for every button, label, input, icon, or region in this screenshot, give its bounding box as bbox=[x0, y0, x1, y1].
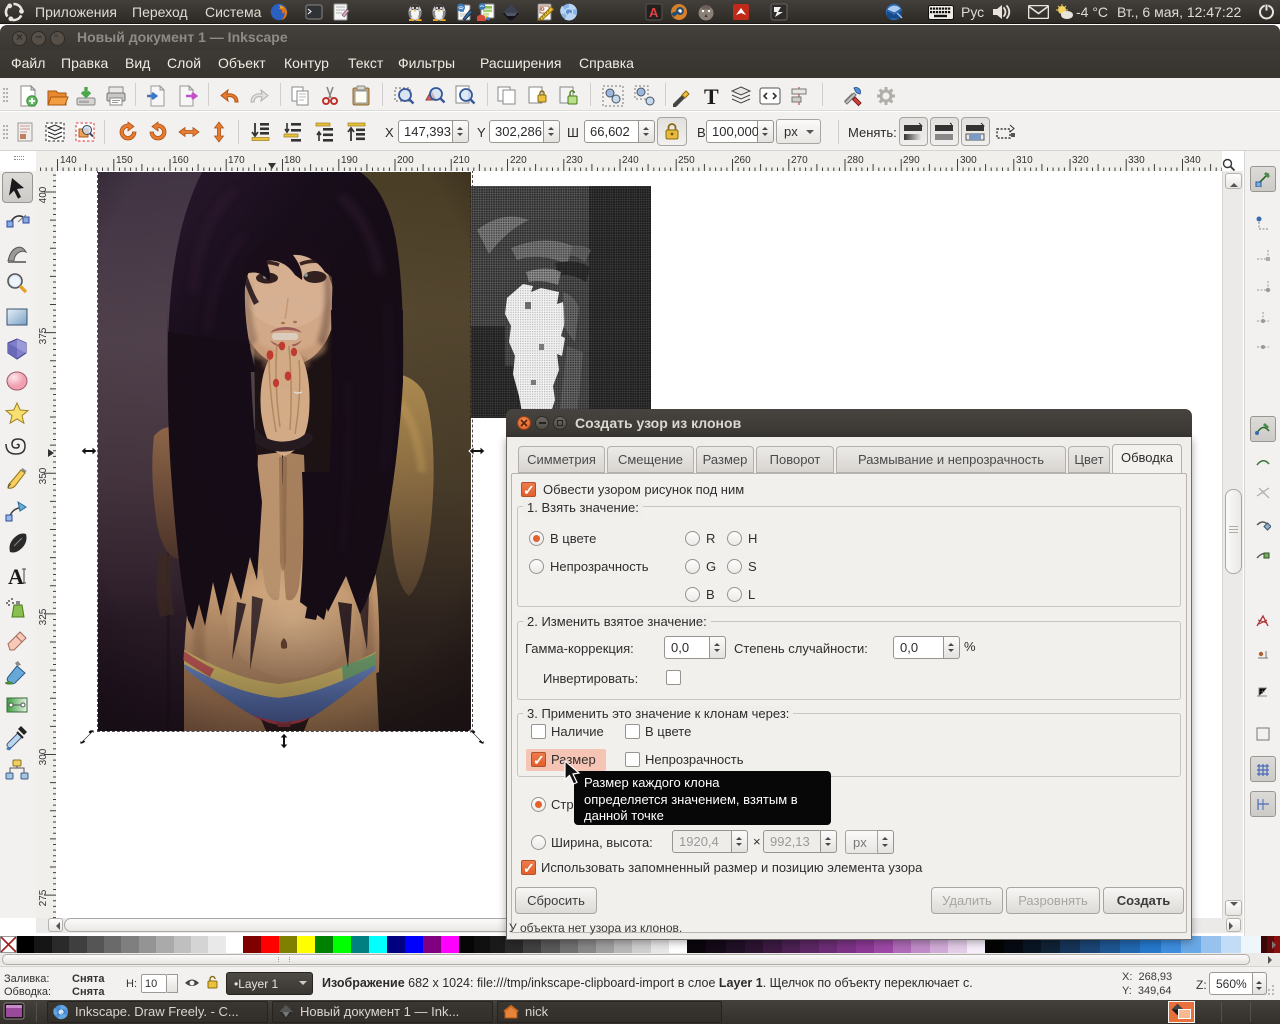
svg-text:190: 190 bbox=[341, 155, 358, 166]
svg-text:A: A bbox=[8, 564, 24, 589]
svg-text:280: 280 bbox=[847, 155, 864, 166]
svg-text:320: 320 bbox=[1072, 155, 1089, 166]
svg-text:300: 300 bbox=[960, 155, 977, 166]
svg-text:140: 140 bbox=[60, 155, 77, 166]
svg-text:170: 170 bbox=[228, 155, 245, 166]
svg-text:310: 310 bbox=[1016, 155, 1033, 166]
svg-text:270: 270 bbox=[791, 155, 808, 166]
svg-text:160: 160 bbox=[172, 155, 189, 166]
svg-text:260: 260 bbox=[734, 155, 751, 166]
svg-text:330: 330 bbox=[1128, 155, 1145, 166]
svg-text:250: 250 bbox=[678, 155, 695, 166]
svg-text:210: 210 bbox=[453, 155, 470, 166]
svg-text:275: 275 bbox=[38, 889, 49, 906]
svg-text:340: 340 bbox=[1184, 155, 1201, 166]
svg-text:T: T bbox=[704, 84, 719, 108]
svg-text:150: 150 bbox=[116, 155, 133, 166]
svg-text:180: 180 bbox=[284, 155, 301, 166]
svg-text:230: 230 bbox=[566, 155, 583, 166]
svg-text:290: 290 bbox=[903, 155, 920, 166]
svg-text:400: 400 bbox=[38, 186, 49, 203]
svg-text:A: A bbox=[649, 5, 659, 20]
svg-text:350: 350 bbox=[38, 467, 49, 484]
svg-text:375: 375 bbox=[38, 327, 49, 344]
svg-text:325: 325 bbox=[38, 608, 49, 625]
svg-text:240: 240 bbox=[622, 155, 639, 166]
svg-text:300: 300 bbox=[38, 748, 49, 765]
svg-text:+: + bbox=[1260, 687, 1265, 697]
svg-text:220: 220 bbox=[510, 155, 527, 166]
svg-text:200: 200 bbox=[397, 155, 414, 166]
